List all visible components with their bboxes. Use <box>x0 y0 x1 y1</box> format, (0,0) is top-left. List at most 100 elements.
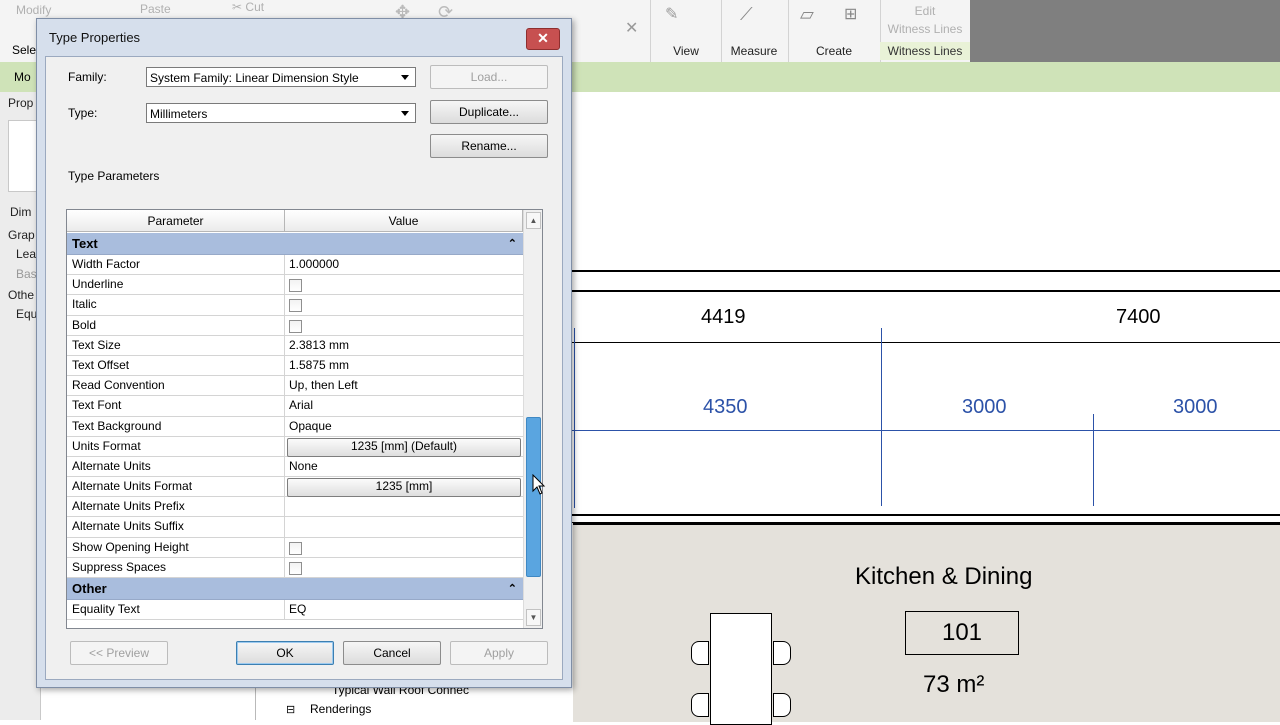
group-header-other[interactable]: Other ⌃ <box>67 578 523 600</box>
parameter-name: Text Background <box>67 416 285 436</box>
parameter-row[interactable]: Equality Text EQ <box>67 600 523 621</box>
view-panel: ✎ View <box>650 0 722 62</box>
parameter-row[interactable]: Read Convention Up, then Left <box>67 376 523 397</box>
parameter-checkbox[interactable] <box>289 299 302 313</box>
load-button[interactable]: Load... <box>430 65 548 89</box>
parameter-name: Suppress Spaces <box>67 557 285 577</box>
parameter-value[interactable]: None <box>285 457 523 476</box>
room-name[interactable]: Kitchen & Dining <box>855 563 1032 591</box>
parameter-name: Alternate Units Suffix <box>67 517 285 537</box>
edit-witness-lines-button[interactable]: Edit Witness Lines <box>880 0 970 40</box>
collapse-chevron-icon[interactable]: ⌃ <box>508 233 517 255</box>
parameter-value[interactable]: Opaque <box>285 417 523 436</box>
dimension-line-top <box>570 270 1280 272</box>
parameter-value[interactable] <box>285 275 523 294</box>
parameter-value[interactable] <box>285 295 523 314</box>
dimension-text[interactable]: 7400 <box>1116 306 1161 329</box>
room-number-tag[interactable]: 101 <box>905 611 1019 655</box>
close-icon: ✕ <box>537 30 549 46</box>
grid-icon[interactable]: ⊞ <box>844 4 857 24</box>
collapse-chevron-icon[interactable]: ⌃ <box>508 578 517 600</box>
parameter-row[interactable]: Bold <box>67 315 523 336</box>
dimension-line-upper <box>570 290 1280 292</box>
ok-button[interactable]: OK <box>236 641 334 665</box>
graphics-group-label: Grap <box>8 228 35 242</box>
dimension-text[interactable]: 4419 <box>701 306 746 329</box>
grid-scrollbar[interactable]: ▲ ▼ <box>523 210 542 628</box>
parameter-value-text: 1.5875 mm <box>289 357 350 372</box>
parameter-value-text: Up, then Left <box>289 378 358 393</box>
family-dropdown[interactable]: System Family: Linear Dimension Style <box>146 67 416 87</box>
close-button[interactable]: ✕ <box>526 28 560 50</box>
parameter-value[interactable]: Arial <box>285 396 523 415</box>
context-tab-label[interactable]: Mo <box>14 70 31 84</box>
parameter-row[interactable]: Show Opening Height <box>67 537 523 558</box>
collapse-icon[interactable]: ⊟ <box>286 703 295 716</box>
measure-panel-label: Measure <box>730 44 778 58</box>
parameter-value[interactable] <box>285 497 523 516</box>
rename-button[interactable]: Rename... <box>430 134 548 158</box>
delete-icon[interactable]: ✕ <box>625 18 638 38</box>
scroll-thumb[interactable] <box>526 417 541 577</box>
parameter-row[interactable]: Alternate Units Format 1235 [mm] <box>67 477 523 498</box>
parameter-value[interactable]: 2.3813 mm <box>285 336 523 355</box>
duplicate-button[interactable]: Duplicate... <box>430 100 548 124</box>
parameter-value[interactable]: EQ <box>285 600 523 619</box>
parameter-row[interactable]: Italic <box>67 295 523 316</box>
parameter-row[interactable]: Width Factor 1.000000 <box>67 255 523 276</box>
dimension-line-black <box>570 342 1280 343</box>
create-panel: ▱ ⊞ Create <box>788 0 881 62</box>
parameter-value[interactable]: 1.5875 mm <box>285 356 523 375</box>
cut-button[interactable]: ✂ Cut <box>232 0 292 14</box>
group-header-text[interactable]: Text ⌃ <box>67 233 523 255</box>
component-icon[interactable]: ▱ <box>800 4 814 25</box>
parameter-row[interactable]: Underline <box>67 275 523 296</box>
parameter-value[interactable] <box>285 316 523 335</box>
parameter-value-text: Opaque <box>289 418 332 433</box>
scroll-down-icon[interactable]: ▼ <box>526 609 541 626</box>
pencil-icon[interactable]: ✎ <box>665 4 678 24</box>
type-parameters-label: Type Parameters <box>68 169 160 183</box>
parameter-row[interactable]: Alternate Units Suffix <box>67 517 523 538</box>
browser-item[interactable]: Renderings <box>310 702 371 716</box>
scroll-up-icon[interactable]: ▲ <box>526 212 541 229</box>
units-format-button[interactable]: 1235 [mm] (Default) <box>287 437 521 457</box>
parameter-row[interactable]: Text Font Arial <box>67 396 523 417</box>
parameter-value[interactable]: 1.000000 <box>285 255 523 274</box>
dimension-text[interactable]: 4350 <box>703 396 748 419</box>
parameter-value[interactable] <box>285 538 523 557</box>
parameter-row[interactable]: Suppress Spaces <box>67 557 523 578</box>
parameter-checkbox[interactable] <box>289 541 302 555</box>
parameter-value[interactable]: 1235 [mm] (Default) <box>285 437 523 457</box>
parameter-checkbox[interactable] <box>289 279 302 293</box>
type-value: Millimeters <box>150 107 208 121</box>
type-dropdown[interactable]: Millimeters <box>146 103 416 123</box>
parameter-row[interactable]: Text Size 2.3813 mm <box>67 335 523 356</box>
dining-table[interactable] <box>710 613 772 725</box>
measure-icon[interactable]: ⟋ <box>740 4 753 25</box>
parameter-column-header[interactable]: Parameter <box>67 210 285 232</box>
value-column-header[interactable]: Value <box>285 210 523 232</box>
dimension-text[interactable]: 3000 <box>962 396 1007 419</box>
dimension-text[interactable]: 3000 <box>1173 396 1218 419</box>
room-area-region[interactable]: Kitchen & Dining 101 73 m² <box>573 523 1280 725</box>
parameter-row[interactable]: Alternate Units Prefix <box>67 497 523 518</box>
preview-button[interactable]: << Preview <box>70 641 168 665</box>
room-area-value[interactable]: 73 m² <box>923 671 984 699</box>
parameter-row[interactable]: Alternate Units None <box>67 456 523 478</box>
type-parameters-grid: Parameter Value Text ⌃ Width Factor 1.00000… <box>66 209 543 629</box>
parameter-row[interactable]: Units Format 1235 [mm] (Default) <box>67 436 523 457</box>
parameter-row[interactable]: Text Offset 1.5875 mm <box>67 355 523 377</box>
cancel-button[interactable]: Cancel <box>343 641 441 665</box>
parameter-checkbox[interactable] <box>289 319 302 333</box>
parameter-value[interactable] <box>285 558 523 577</box>
witness-line <box>1093 414 1094 506</box>
parameter-value[interactable] <box>285 517 523 536</box>
parameter-row[interactable]: Text Background Opaque <box>67 416 523 437</box>
parameter-value[interactable]: 1235 [mm] <box>285 477 523 498</box>
parameter-checkbox[interactable] <box>289 561 302 575</box>
instance-type-label[interactable]: Dim <box>10 205 31 219</box>
apply-button[interactable]: Apply <box>450 641 548 665</box>
parameter-value[interactable]: Up, then Left <box>285 376 523 395</box>
units-format-button[interactable]: 1235 [mm] <box>287 478 521 498</box>
